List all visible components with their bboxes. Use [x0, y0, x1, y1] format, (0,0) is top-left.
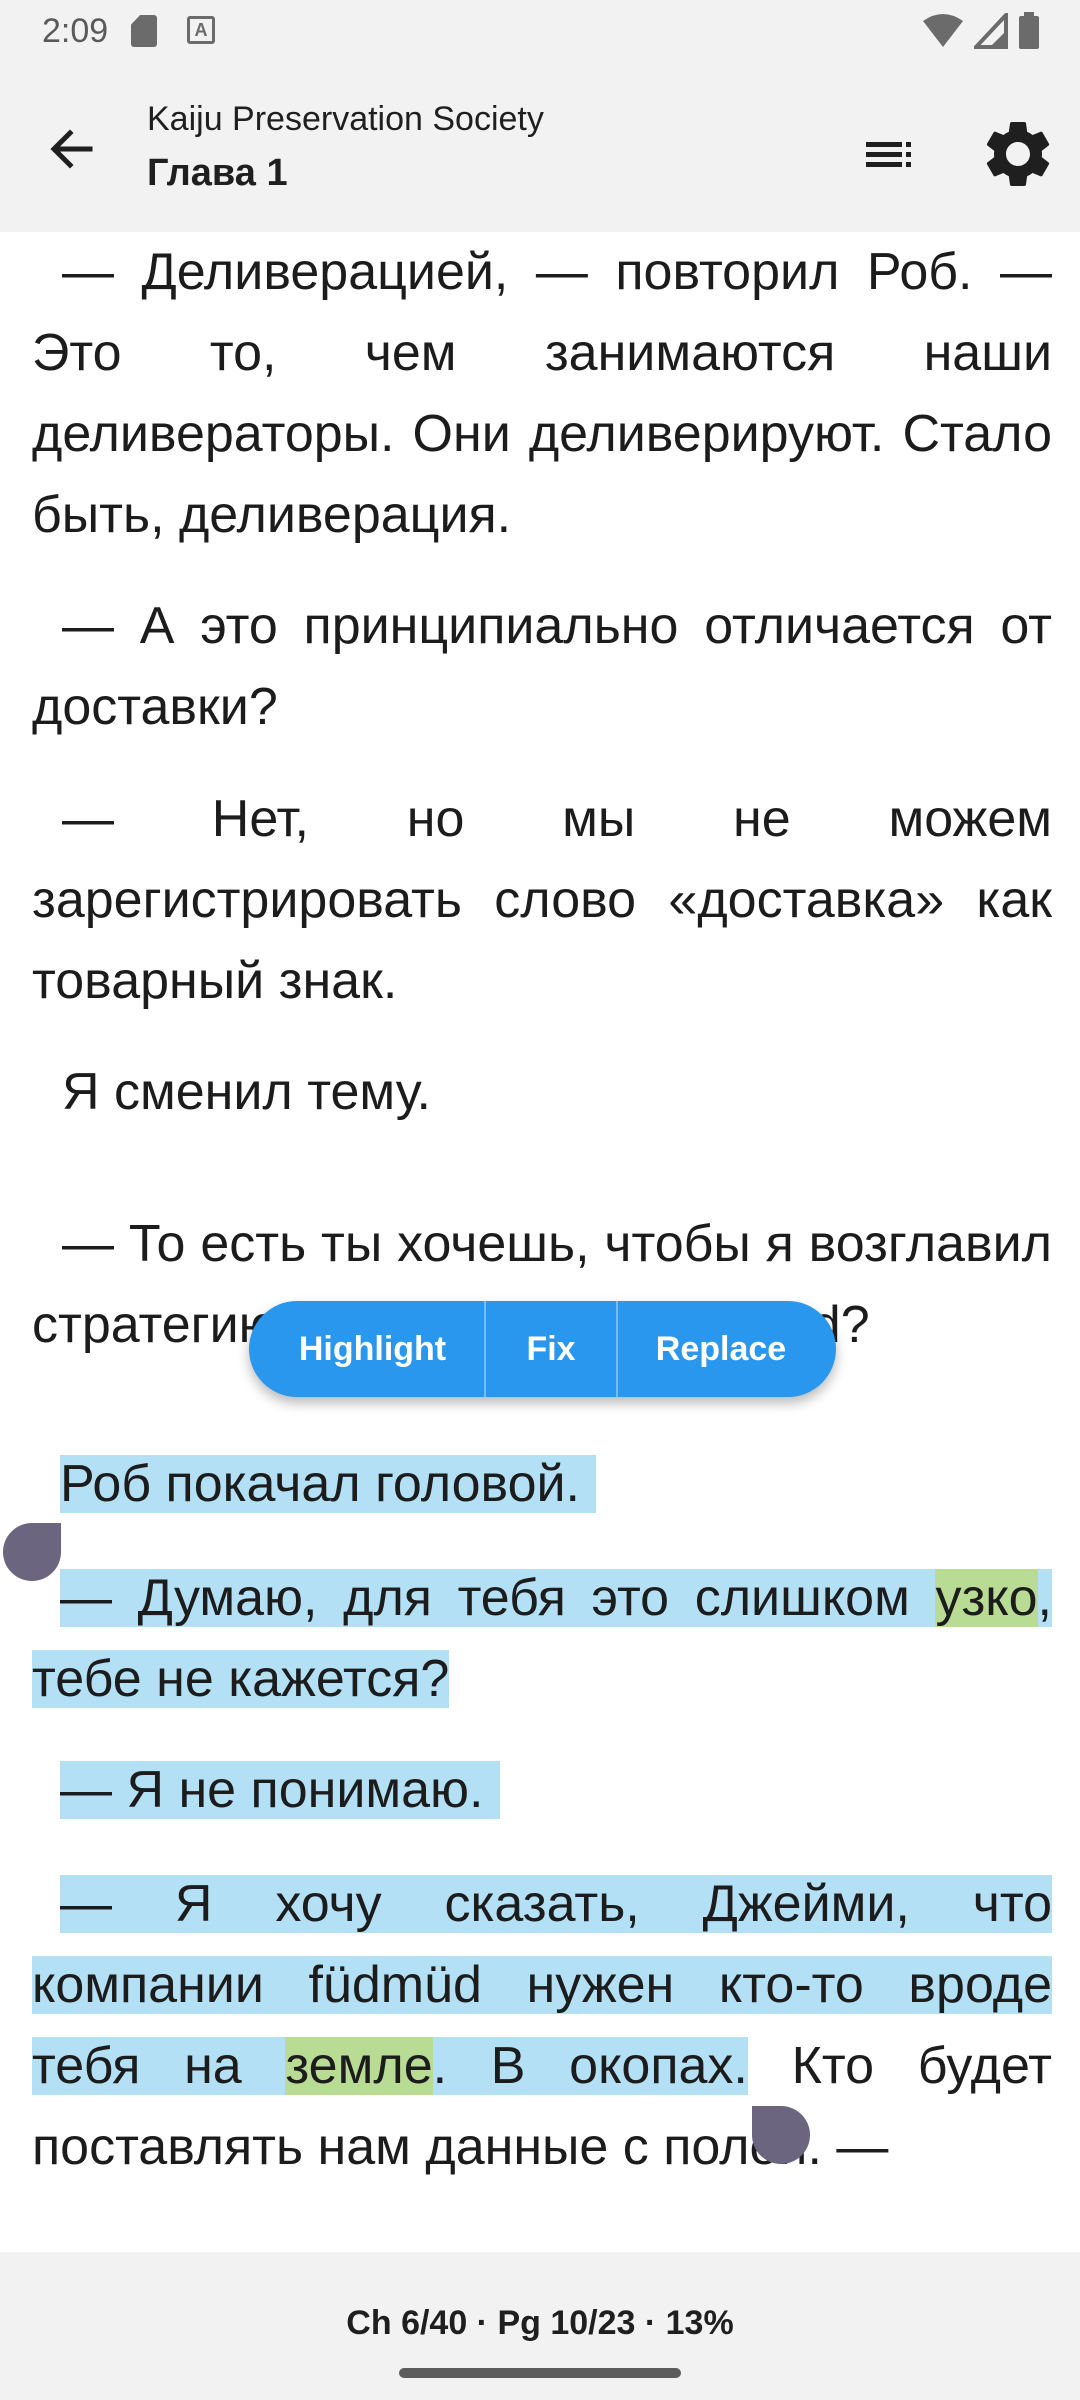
a-notification-icon: A — [187, 16, 215, 44]
book-title: Kaiju Preservation Society — [147, 100, 544, 138]
paragraph-selected: — Я хочу сказать, Джейми, что компании f… — [32, 1864, 1052, 2188]
reading-progress: Ch 6/40 · Pg 10/23 · 13% — [346, 2304, 734, 2342]
fix-button[interactable]: Fix — [484, 1301, 618, 1397]
reader-page[interactable]: — Деливерацией, — повторил Роб. — Это то… — [0, 232, 1080, 2252]
toc-list-icon — [866, 142, 911, 167]
selection-handle-end[interactable] — [752, 2106, 810, 2164]
highlight-button[interactable]: Highlight — [249, 1301, 484, 1397]
cell-signal-icon — [973, 13, 1008, 49]
paragraph: — А это принципиально отличается от дост… — [32, 597, 1052, 736]
arrow-back-icon — [50, 129, 93, 169]
chapter-title: Глава 1 — [147, 152, 288, 194]
app-bar: Kaiju Preservation Society Глава 1 — [0, 62, 1080, 232]
wifi-icon — [923, 14, 964, 47]
selected-text: . В окопах. — [432, 2037, 748, 2095]
status-icons — [917, 12, 1040, 52]
selection-menu: Highlight Fix Replace — [249, 1301, 836, 1397]
paragraph-selected: — Думаю, для тебя это слишком узко, тебе… — [32, 1558, 1052, 1720]
selected-text: Роб покачал головой. — [60, 1455, 596, 1513]
highlighted-word[interactable]: узко — [935, 1569, 1038, 1627]
paragraph: Я сменил тему. — [62, 1063, 431, 1121]
settings-button[interactable] — [978, 114, 1058, 194]
back-button[interactable] — [36, 112, 110, 186]
reader-footer: Ch 6/40 · Pg 10/23 · 13% — [0, 2252, 1080, 2400]
status-time: 2:09 — [42, 12, 109, 50]
gesture-nav-handle[interactable] — [399, 2368, 681, 2378]
paragraph: — Деливерацией, — повторил Роб. — Это то… — [32, 243, 1052, 544]
highlighted-word[interactable]: земле — [285, 2037, 433, 2095]
selected-text: — Я не понимаю. — [60, 1761, 500, 1819]
paragraph: — Нет, но мы не можем зарегистрировать с… — [32, 790, 1052, 1010]
battery-icon — [1019, 12, 1039, 49]
paragraph-selected: Роб покачал головой. — [60, 1444, 596, 1525]
selection-handle-start[interactable] — [3, 1523, 61, 1581]
selected-text: — Думаю, для тебя это слишком — [60, 1569, 936, 1627]
table-of-contents-button[interactable] — [852, 118, 926, 192]
paragraph-selected: — Я не понимаю. — [60, 1750, 500, 1831]
gear-icon — [986, 121, 1050, 186]
status-bar: 2:09 A — [0, 0, 1080, 62]
sd-card-icon — [131, 15, 157, 47]
replace-button[interactable]: Replace — [618, 1301, 836, 1397]
